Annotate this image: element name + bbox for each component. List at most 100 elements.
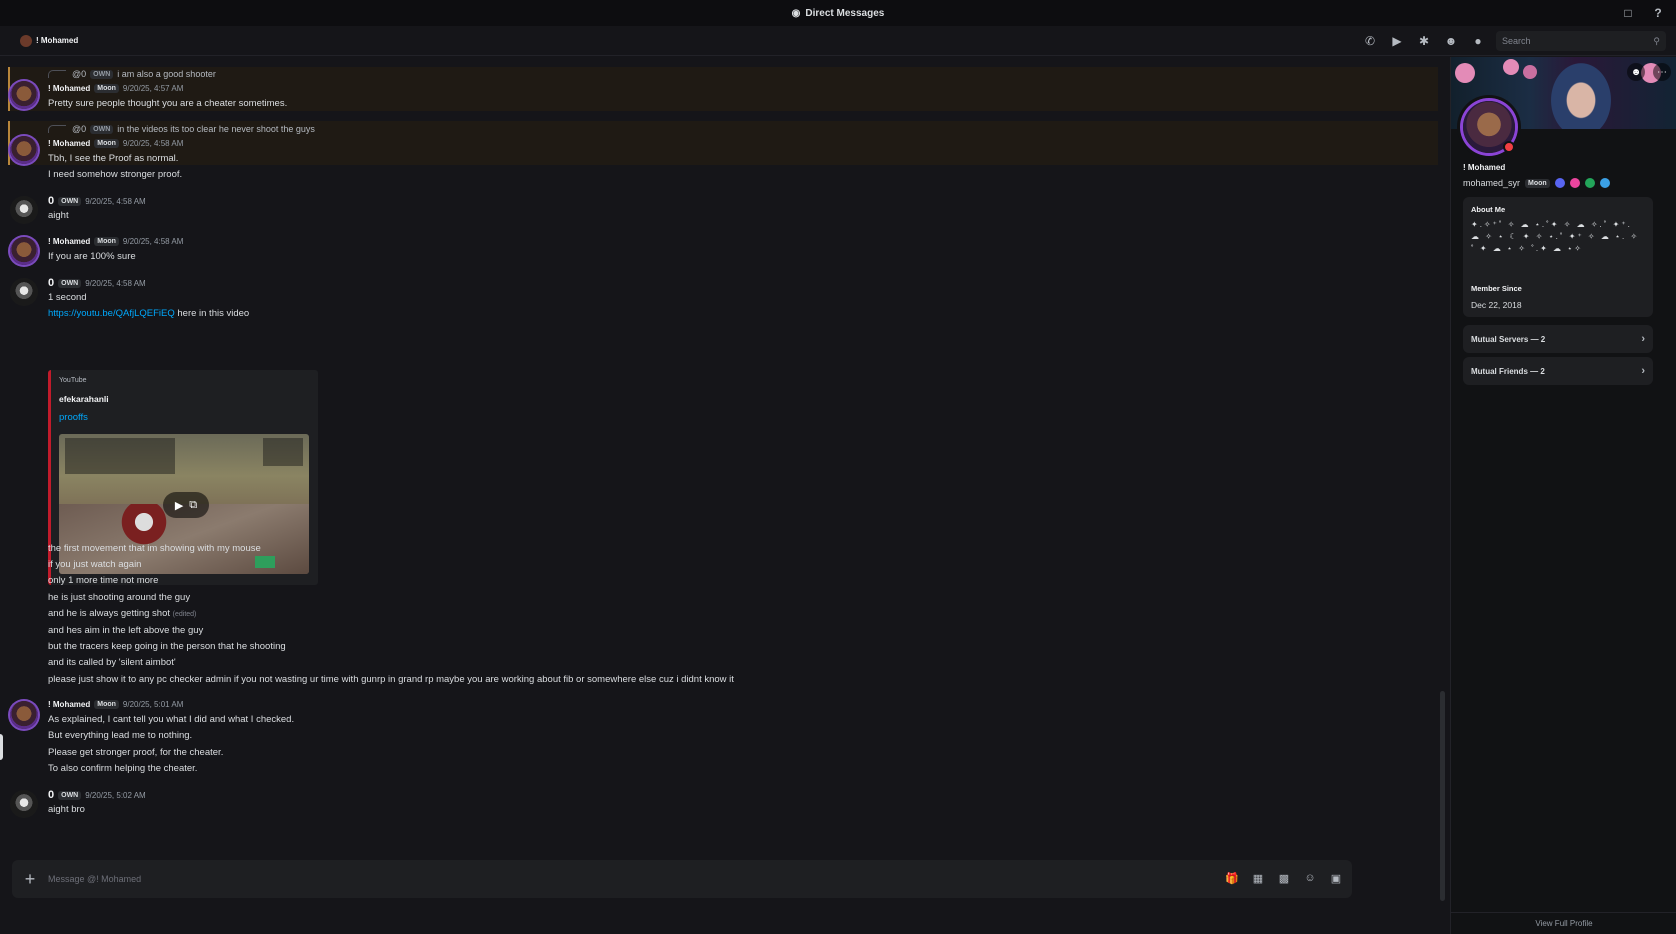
badge-icon[interactable] (1554, 178, 1565, 188)
reply-user: @0 (72, 69, 87, 79)
author-name[interactable]: ! Mohamed (48, 237, 90, 246)
reply-text: in the videos its too clear he never sho… (117, 124, 315, 134)
badge-icon[interactable] (1584, 178, 1595, 188)
chevron-right-icon: › (1641, 333, 1645, 345)
message-text: To also confirm helping the cheater. (48, 763, 198, 774)
help-icon[interactable]: ? (1650, 5, 1666, 21)
message-list: @0 OWN i am also a good shooter ! Mohame… (0, 57, 1450, 877)
message-text: but the tracers keep going in the person… (48, 641, 286, 652)
header-name[interactable]: ! Mohamed (36, 36, 78, 45)
timestamp: 9/20/25, 4:57 AM (122, 84, 184, 93)
play-icon[interactable]: ▶ ⧉ (163, 492, 209, 518)
message-link-line: https://youtu.be/QAfjLQEFiEQ here in thi… (48, 308, 249, 319)
channel-header: ! Mohamed ✆ ▶ ✱ ☻ ● Search ⚲ (0, 26, 1676, 56)
embed-title[interactable]: prooffs (59, 412, 88, 423)
message-text: if you just watch again (48, 559, 142, 570)
role-tag: Moon (94, 237, 119, 246)
add-friend-icon[interactable]: ☻ (1627, 63, 1645, 81)
reply-user: @0 (72, 124, 87, 134)
discord-icon: ◉ (791, 7, 801, 19)
role-tag: Moon (94, 139, 119, 148)
mutual-friends-label: Mutual Friends — 2 (1471, 366, 1545, 376)
message-text: Please get stronger proof, for the cheat… (48, 747, 224, 758)
role-tag: Moon (94, 84, 119, 93)
add-friend-icon[interactable]: ☻ (1442, 32, 1460, 50)
reply-preview[interactable]: @0 OWN in the videos its too clear he ne… (48, 124, 315, 134)
more-icon[interactable]: ⋯ (1653, 63, 1671, 81)
video-icon[interactable]: ▶ (1388, 32, 1406, 50)
timestamp: 9/20/25, 5:01 AM (122, 700, 184, 709)
message-text: I need somehow stronger proof. (48, 169, 183, 180)
message-text: the first movement that im showing with … (48, 543, 261, 554)
role-tag: OWN (90, 69, 114, 79)
add-attachment-icon[interactable]: + (12, 869, 48, 890)
embed-author[interactable]: efekarahanli (59, 394, 109, 404)
emoji-icon[interactable]: ☺ (1302, 870, 1318, 886)
avatar[interactable] (10, 136, 38, 164)
mutual-servers-row[interactable]: Mutual Servers — 2 › (1463, 325, 1653, 353)
edited-label: (edited) (172, 611, 197, 618)
mutual-friends-row[interactable]: Mutual Friends — 2 › (1463, 357, 1653, 385)
view-full-profile-link[interactable]: View Full Profile (1451, 912, 1676, 928)
message-text: But everything lead me to nothing. (48, 730, 193, 741)
apps-icon[interactable]: ▣ (1328, 870, 1344, 886)
role-tag: OWN (58, 196, 82, 206)
author-name[interactable]: ! Mohamed (48, 139, 90, 148)
author-name[interactable]: 0 (48, 789, 54, 801)
open-external-icon: ⧉ (189, 498, 198, 511)
message-composer[interactable]: + Message @! Mohamed 🎁 ▦ ▩ ☺ ▣ (12, 860, 1352, 898)
avatar[interactable] (10, 790, 38, 818)
badge-icon[interactable] (1569, 178, 1580, 188)
author-name[interactable]: ! Mohamed (48, 84, 90, 93)
gift-icon[interactable]: 🎁 (1224, 870, 1240, 886)
app: ! Mohamed ✆ ▶ ✱ ☻ ● Search ⚲ @0 OWN i am… (0, 26, 1676, 934)
youtube-link[interactable]: https://youtu.be/QAfjLQEFiEQ (48, 308, 175, 319)
link-suffix: here in this video (174, 308, 250, 319)
reply-preview[interactable]: @0 OWN i am also a good shooter (48, 69, 216, 79)
timestamp: 9/20/25, 4:58 AM (85, 278, 146, 288)
role-tag: OWN (58, 278, 82, 288)
call-icon[interactable]: ✆ (1361, 32, 1379, 50)
avatar[interactable] (10, 196, 38, 224)
sticker-icon[interactable]: ▩ (1276, 870, 1292, 886)
member-since-label: Member Since (1471, 284, 1522, 293)
message-text: As explained, I cant tell you what I did… (48, 714, 295, 725)
user-profile-icon[interactable]: ● (1469, 32, 1487, 50)
message-text: Tbh, I see the Proof as normal. (48, 153, 179, 164)
gif-icon[interactable]: ▦ (1250, 870, 1266, 886)
avatar[interactable] (10, 81, 38, 109)
search-input[interactable]: Search ⚲ (1496, 31, 1666, 51)
avatar[interactable] (10, 701, 38, 729)
timestamp: 9/20/25, 4:58 AM (122, 237, 184, 246)
author-name[interactable]: 0 (48, 277, 54, 289)
avatar[interactable] (10, 278, 38, 306)
inbox-icon[interactable]: □ (1620, 5, 1636, 21)
profile-panel: ☻ ⋯ ! Mohamed mohamed_syr Moon About Me … (1450, 57, 1676, 934)
badge-icon[interactable] (1599, 178, 1610, 188)
author-name[interactable]: ! Mohamed (48, 700, 90, 709)
about-text: ✦.✧⁺˚ ✧ ☁ ⋆.˚✦ ✧ ☁ ✧.˚ ✦⁺. ☁ ✧ ⋆ ☾ ✦ ✧ ⋆… (1471, 220, 1640, 253)
message-text: Pretty sure people thought you are a che… (48, 98, 288, 109)
message-text: only 1 more time not more (48, 575, 159, 586)
message-text: and its called by 'silent aimbot' (48, 657, 176, 668)
profile-display-name: ! Mohamed (1463, 163, 1506, 172)
author-name[interactable]: 0 (48, 195, 54, 207)
unread-indicator (0, 734, 3, 760)
pin-icon[interactable]: ✱ (1415, 32, 1433, 50)
timestamp: 9/20/25, 4:58 AM (85, 196, 146, 206)
scrollbar[interactable] (1440, 691, 1445, 901)
role-tag: OWN (58, 790, 82, 800)
timestamp: 9/20/25, 5:02 AM (85, 790, 146, 800)
embed-provider[interactable]: YouTube (59, 377, 87, 384)
message-input[interactable]: Message @! Mohamed (48, 874, 141, 884)
about-title: About Me (1471, 205, 1506, 214)
message-text: and he is always getting shot (edited) (48, 608, 197, 619)
timestamp: 9/20/25, 4:58 AM (122, 139, 184, 148)
message-text: and hes aim in the left above the guy (48, 625, 204, 636)
window-titlebar: ◉ Direct Messages □ ? (0, 0, 1676, 26)
avatar[interactable] (10, 237, 38, 265)
message-text: aight (48, 210, 69, 221)
profile-username-row: mohamed_syr Moon (1463, 178, 1610, 188)
header-avatar[interactable] (20, 34, 32, 47)
member-since-date: Dec 22, 2018 (1471, 300, 1522, 310)
